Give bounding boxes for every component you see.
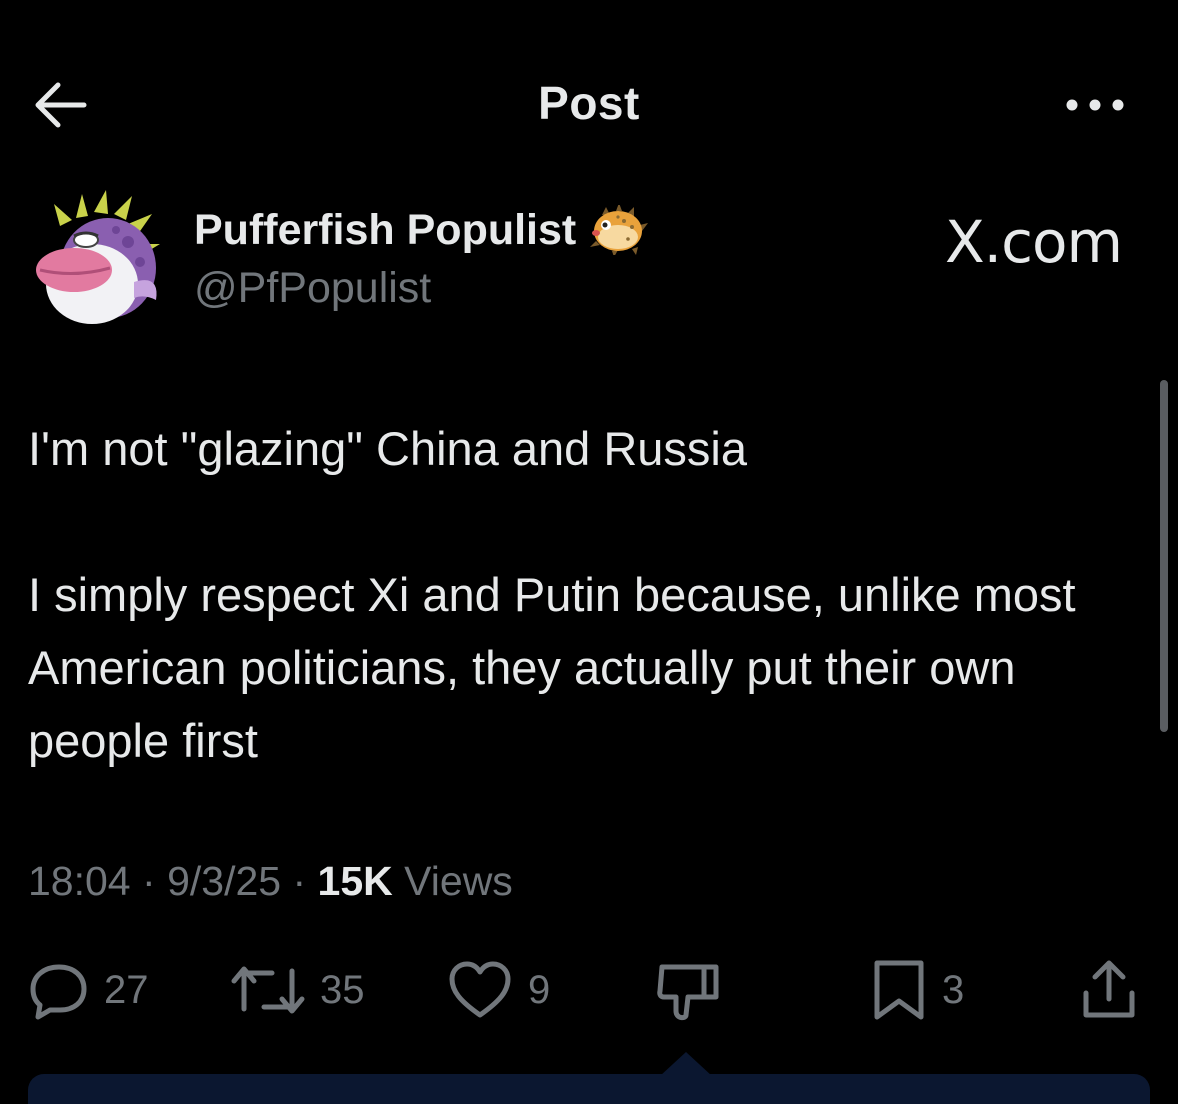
meta-separator: · bbox=[142, 858, 156, 904]
reply-icon bbox=[30, 964, 87, 1020]
repost-button[interactable]: 35 bbox=[230, 950, 365, 1030]
reply-count: 27 bbox=[104, 967, 149, 1012]
bookmark-icon bbox=[874, 960, 924, 1020]
page-title: Post bbox=[538, 77, 640, 129]
bookmark-button[interactable]: 3 bbox=[870, 950, 964, 1030]
more-options-button[interactable] bbox=[1062, 90, 1128, 120]
top-bar: Post bbox=[0, 60, 1178, 150]
share-icon bbox=[1083, 960, 1135, 1018]
post-date[interactable]: 9/3/25 bbox=[167, 858, 281, 904]
repost-icon bbox=[231, 966, 305, 1014]
pufferfish-avatar-icon bbox=[36, 176, 160, 324]
meta-separator: · bbox=[292, 858, 307, 904]
display-name: Pufferfish Populist bbox=[194, 205, 577, 254]
author-row: Pufferfish Populist @PfPopulist X.com bbox=[36, 176, 1136, 340]
like-count: 9 bbox=[528, 967, 551, 1012]
bottom-popup[interactable] bbox=[28, 1074, 1150, 1104]
avatar[interactable] bbox=[36, 176, 168, 330]
scrollbar[interactable] bbox=[1160, 380, 1168, 732]
repost-count: 35 bbox=[320, 967, 365, 1012]
like-button[interactable]: 9 bbox=[446, 950, 550, 1030]
action-bar: 27 35 9 3 bbox=[0, 950, 1178, 1030]
pufferfish-icon bbox=[590, 205, 649, 255]
share-button[interactable] bbox=[1078, 950, 1140, 1030]
post-metadata: 18:04 · 9/3/25 · 15K Views bbox=[28, 858, 513, 905]
post-time[interactable]: 18:04 bbox=[28, 858, 131, 904]
heart-icon bbox=[449, 961, 511, 1018]
bookmark-count: 3 bbox=[942, 967, 965, 1012]
more-dots-icon bbox=[1066, 99, 1124, 111]
thumbs-down-icon bbox=[657, 964, 719, 1021]
post-text: I'm not "glazing" China and Russia I sim… bbox=[28, 422, 1076, 767]
dislike-button[interactable] bbox=[654, 950, 722, 1030]
popup-pointer bbox=[660, 1052, 712, 1076]
watermark: X.com bbox=[944, 208, 1123, 276]
display-name-row[interactable]: Pufferfish Populist bbox=[194, 202, 650, 258]
views-label[interactable]: Views bbox=[404, 858, 513, 904]
views-count[interactable]: 15K bbox=[318, 858, 393, 904]
reply-button[interactable]: 27 bbox=[28, 950, 149, 1030]
user-handle[interactable]: @PfPopulist bbox=[194, 264, 431, 313]
